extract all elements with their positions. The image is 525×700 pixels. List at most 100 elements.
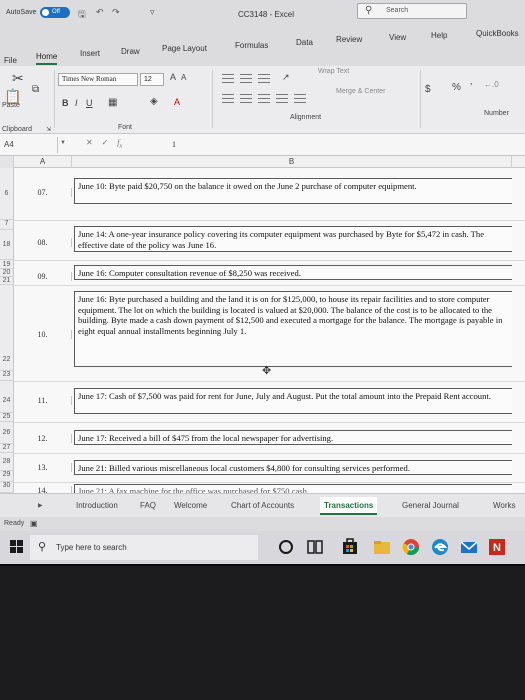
sheet-scroll-icon[interactable]: ▶ bbox=[38, 502, 43, 509]
onenote-app-icon[interactable]: N bbox=[488, 538, 506, 556]
row-number[interactable]: 19 bbox=[0, 260, 14, 269]
clipboard-launcher-icon[interactable]: ⇲ bbox=[46, 126, 51, 133]
column-header-b[interactable]: B bbox=[72, 156, 512, 168]
font-color-icon[interactable]: A bbox=[174, 97, 180, 107]
cell-item-number[interactable]: 11. bbox=[14, 396, 72, 405]
sheet-tab-introduction[interactable]: Introduction bbox=[72, 497, 122, 515]
tab-home[interactable]: Home bbox=[36, 52, 58, 65]
taskbar-search[interactable]: ⚲ Type here to search bbox=[30, 535, 258, 560]
file-explorer-icon[interactable] bbox=[373, 538, 391, 556]
align-right-icon[interactable] bbox=[258, 94, 270, 103]
row-number[interactable]: 22 bbox=[0, 285, 14, 371]
cell-item-number[interactable]: 12. bbox=[14, 434, 72, 443]
orientation-icon[interactable]: ↗ bbox=[282, 72, 290, 83]
decrease-indent-icon[interactable] bbox=[276, 94, 288, 103]
save-icon[interactable]: 🖫 bbox=[78, 7, 86, 23]
mail-icon[interactable] bbox=[460, 538, 478, 556]
search-box[interactable]: ⚲ Search bbox=[357, 3, 467, 19]
bold-icon[interactable]: B bbox=[62, 98, 69, 108]
underline-icon[interactable]: U bbox=[86, 98, 93, 108]
increase-decimal-icon[interactable]: ←.0 bbox=[484, 80, 499, 89]
row-number[interactable]: 29 bbox=[0, 471, 14, 482]
cell-item-number[interactable]: 08. bbox=[14, 238, 72, 247]
row-number[interactable]: 6 bbox=[0, 168, 14, 220]
cell-transaction[interactable]: June 16: Byte purchased a building and t… bbox=[74, 291, 512, 367]
sheet-tab-works[interactable]: Works bbox=[489, 497, 520, 515]
tab-page-layout[interactable]: Page Layout bbox=[162, 44, 207, 53]
decrease-font-icon[interactable]: A bbox=[181, 73, 186, 82]
chrome-icon[interactable] bbox=[402, 538, 420, 556]
copy-icon[interactable]: ⧉ bbox=[32, 84, 39, 95]
enter-icon[interactable]: ✓ bbox=[102, 138, 109, 147]
formula-input[interactable]: 1 bbox=[172, 140, 176, 149]
align-middle-icon[interactable] bbox=[240, 74, 252, 83]
autosave-toggle[interactable]: Off bbox=[40, 7, 70, 18]
tab-view[interactable]: View bbox=[389, 33, 406, 42]
cut-icon[interactable]: ✂ bbox=[12, 70, 24, 87]
sheet-tab-welcome[interactable]: Welcome bbox=[170, 497, 211, 515]
sheet-tab-transactions[interactable]: Transactions bbox=[320, 497, 378, 515]
comma-style-icon[interactable]: ’ bbox=[470, 82, 472, 93]
windows-start-icon[interactable] bbox=[10, 540, 23, 553]
tab-help[interactable]: Help bbox=[431, 31, 447, 40]
cell-transaction[interactable]: June 21: Billed various miscellaneous lo… bbox=[74, 460, 512, 475]
cell-item-number[interactable]: 13. bbox=[14, 463, 72, 472]
cortana-icon[interactable] bbox=[277, 538, 295, 556]
tab-data[interactable]: Data bbox=[296, 38, 313, 47]
cell-transaction[interactable]: June 14: A one-year insurance policy cov… bbox=[74, 226, 512, 252]
row-number[interactable]: 25 bbox=[0, 413, 14, 422]
macro-record-icon[interactable]: ▣ bbox=[30, 519, 38, 528]
customize-toolbar-icon[interactable]: ▿ bbox=[150, 7, 155, 18]
select-all-corner[interactable] bbox=[0, 156, 14, 168]
increase-indent-icon[interactable] bbox=[294, 94, 306, 103]
row-number[interactable]: 30 bbox=[0, 482, 14, 493]
tab-file[interactable]: File bbox=[4, 56, 17, 65]
currency-icon[interactable]: $ bbox=[425, 84, 431, 95]
tab-review[interactable]: Review bbox=[336, 35, 362, 44]
redo-icon[interactable]: ↷ bbox=[112, 7, 120, 18]
tab-insert[interactable]: Insert bbox=[80, 49, 100, 58]
tab-formulas[interactable]: Formulas bbox=[235, 41, 268, 50]
row-number[interactable]: 18 bbox=[0, 230, 14, 260]
insert-function-icon[interactable]: fx bbox=[117, 138, 122, 150]
sheet-tab-general-journal[interactable]: General Journal bbox=[398, 497, 463, 515]
increase-font-icon[interactable]: A bbox=[170, 72, 176, 82]
percent-icon[interactable]: % bbox=[452, 82, 461, 93]
cell-item-number[interactable]: 09. bbox=[14, 272, 72, 281]
row-number[interactable]: 20 bbox=[0, 269, 14, 277]
borders-icon[interactable]: ▦ bbox=[108, 97, 117, 108]
sheet-tab-chart-of-accounts[interactable]: Chart of Accounts bbox=[227, 497, 298, 515]
cancel-icon[interactable]: ✕ bbox=[86, 138, 93, 147]
name-box[interactable]: A4 bbox=[0, 137, 58, 153]
font-size-select[interactable]: 12 bbox=[140, 73, 164, 86]
row-number[interactable]: 27 bbox=[0, 444, 14, 453]
cell-item-number[interactable]: 07. bbox=[14, 188, 72, 197]
font-name-select[interactable]: Times New Roman bbox=[58, 73, 138, 86]
cell-transaction[interactable]: June 16: Computer consultation revenue o… bbox=[74, 265, 512, 280]
row-number[interactable]: 24 bbox=[0, 381, 14, 413]
row-number[interactable]: 7 bbox=[0, 220, 14, 230]
align-left-icon[interactable] bbox=[222, 94, 234, 103]
task-view-icon[interactable] bbox=[306, 538, 324, 556]
align-center-icon[interactable] bbox=[240, 94, 252, 103]
edge-icon[interactable] bbox=[431, 538, 449, 556]
italic-icon[interactable]: I bbox=[75, 98, 78, 108]
store-icon[interactable] bbox=[341, 538, 359, 556]
cell-item-number[interactable]: 10. bbox=[14, 330, 72, 339]
align-top-icon[interactable] bbox=[222, 74, 234, 83]
merge-center-button[interactable]: Merge & Center bbox=[336, 88, 385, 95]
row-number[interactable]: 23 bbox=[0, 371, 14, 381]
cell-transaction[interactable]: June 17: Cash of $7,500 was paid for ren… bbox=[74, 388, 512, 414]
row-number[interactable]: 26 bbox=[0, 422, 14, 444]
row-number[interactable]: 21 bbox=[0, 277, 14, 285]
wrap-text-button[interactable]: Wrap Text bbox=[318, 68, 349, 75]
cell-transaction[interactable]: June 10: Byte paid $20,750 on the balanc… bbox=[74, 178, 512, 204]
paste-button[interactable]: Paste bbox=[2, 102, 20, 109]
name-box-dropdown-icon[interactable]: ▼ bbox=[60, 140, 66, 146]
fill-color-icon[interactable]: ◈ bbox=[150, 96, 158, 107]
row-number[interactable]: 28 bbox=[0, 453, 14, 471]
tab-quickbooks[interactable]: QuickBooks bbox=[476, 29, 519, 38]
undo-icon[interactable]: ↶ bbox=[96, 7, 104, 18]
sheet-tab-faq[interactable]: FAQ bbox=[136, 497, 160, 515]
cell-transaction[interactable]: June 17: Received a bill of $475 from th… bbox=[74, 430, 512, 445]
